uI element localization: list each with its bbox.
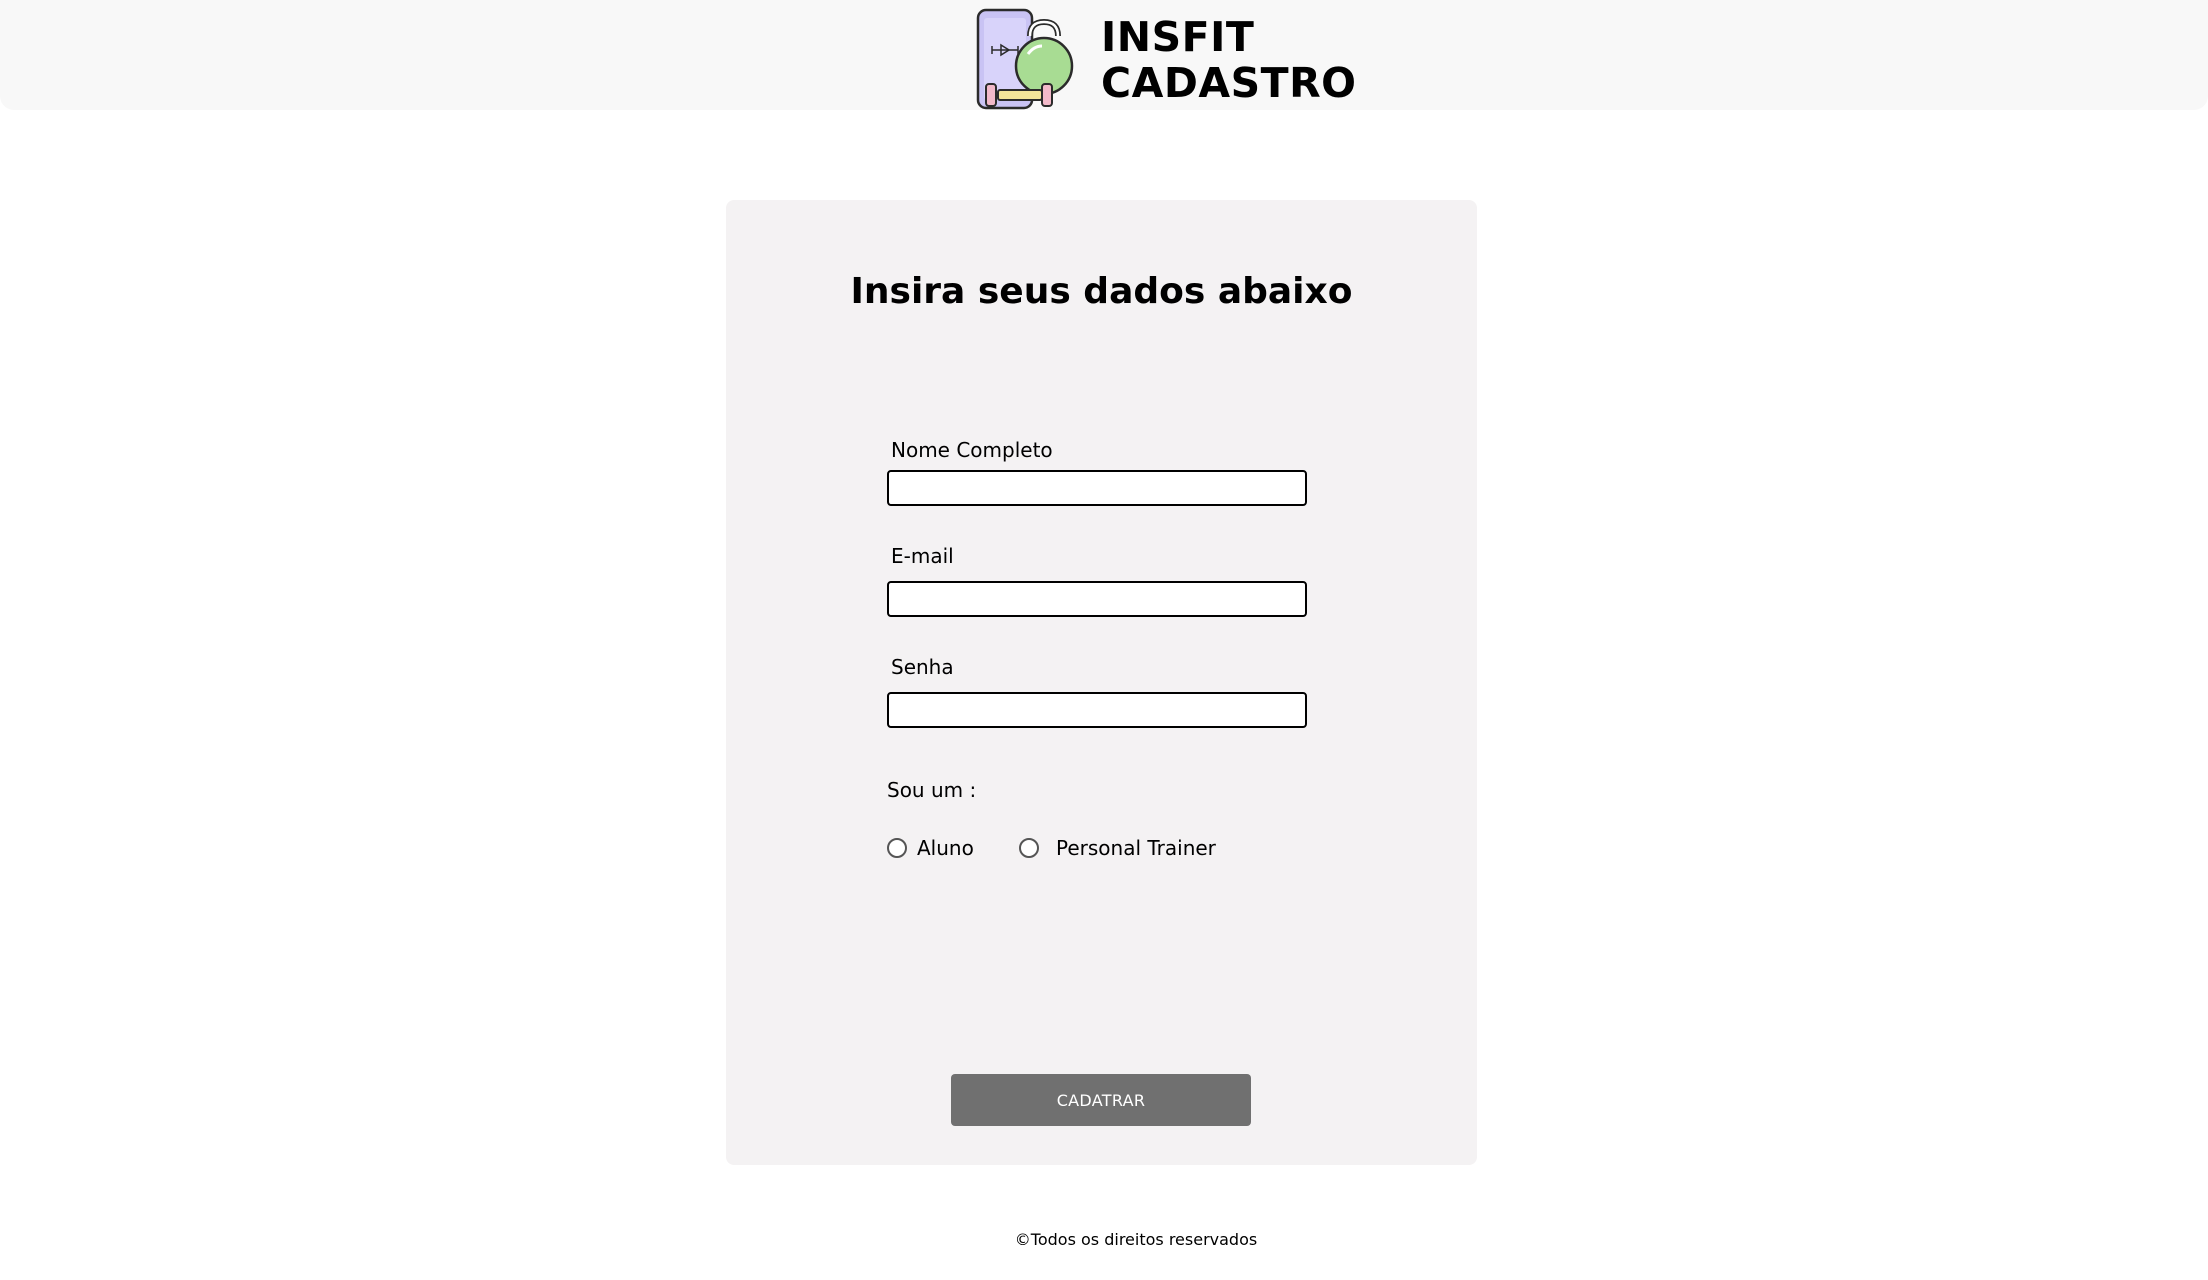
personal-trainer-radio[interactable] [1019,838,1039,858]
aluno-radio[interactable] [887,838,907,858]
header-bar: INSFIT CADASTRO [0,0,2208,110]
phone-kettlebell-dumbbell-icon [976,8,1074,110]
role-option-personal-trainer[interactable]: Personal Trainer [1019,836,1216,860]
copyright-text: ©Todos os direitos reservados [1014,1230,1258,1249]
footer: ©Todos os direitos reservados [0,1230,2208,1250]
email-input[interactable] [887,581,1307,617]
signup-card: Insira seus dados abaixo Nome Completo E… [726,200,1477,1165]
cadastrar-button[interactable]: CADATRAR [951,1074,1251,1126]
password-label: Senha [891,655,954,679]
role-label: Sou um : [887,778,977,802]
password-input[interactable] [887,692,1307,728]
aluno-label: Aluno [917,836,974,860]
personal-trainer-label: Personal Trainer [1056,836,1216,860]
full-name-label: Nome Completo [891,438,1053,462]
role-option-aluno[interactable]: Aluno [887,836,974,860]
brand-line-2: CADASTRO [1101,59,1357,107]
email-label: E-mail [891,544,954,568]
brand-title: INSFIT CADASTRO [1101,14,1357,106]
full-name-input[interactable] [887,470,1307,506]
form-title: Insira seus dados abaixo [850,271,1353,312]
brand-line-1: INSFIT [1101,13,1255,61]
